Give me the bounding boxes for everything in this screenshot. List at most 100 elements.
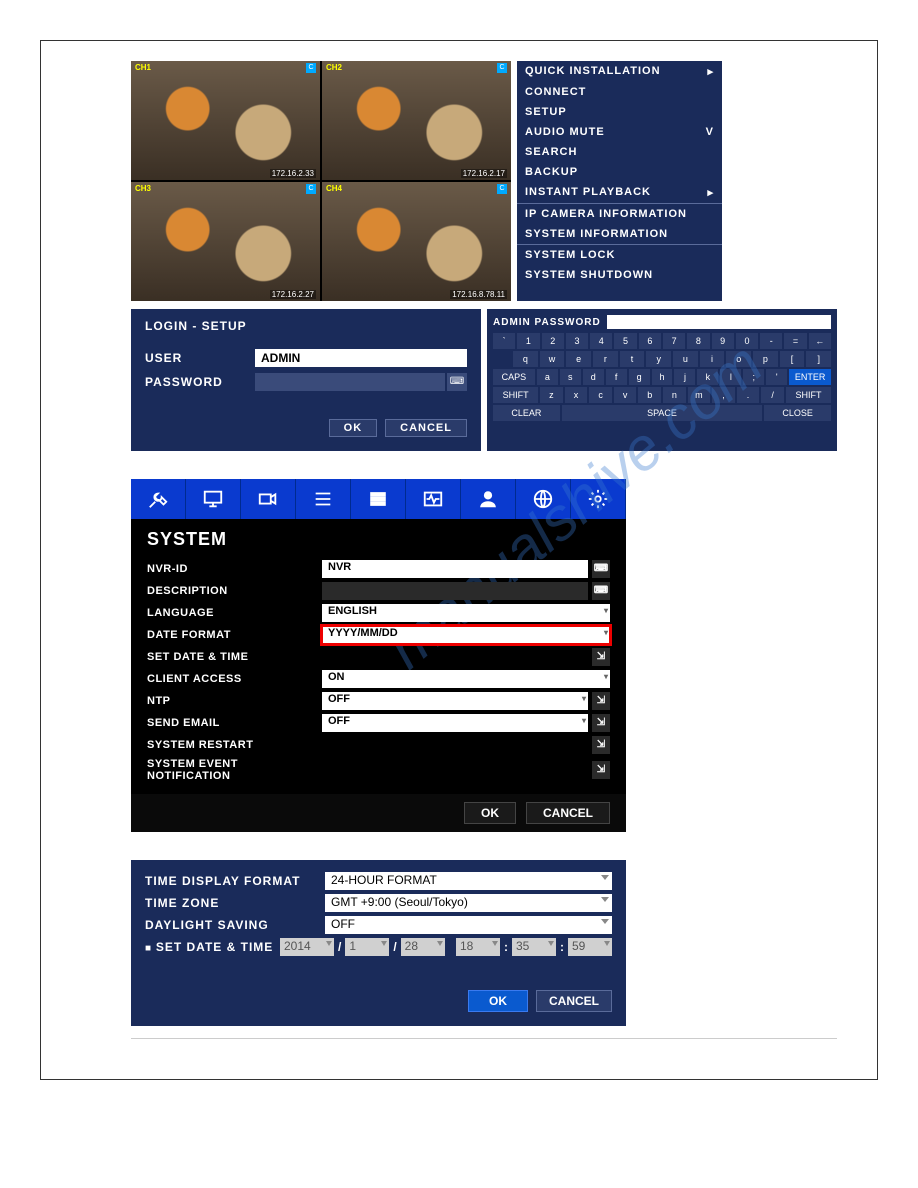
month-select[interactable]: 1 bbox=[345, 938, 389, 956]
system-row-field[interactable]: OFF▾ bbox=[322, 714, 588, 732]
menu-system-shutdown[interactable]: SYSTEM SHUTDOWN bbox=[517, 265, 722, 285]
key[interactable]: j bbox=[674, 369, 695, 385]
key[interactable]: o bbox=[726, 351, 751, 367]
key[interactable]: e bbox=[566, 351, 591, 367]
tab-display-icon[interactable] bbox=[186, 479, 241, 519]
keyboard-input[interactable] bbox=[607, 315, 831, 329]
key[interactable]: z bbox=[540, 387, 563, 403]
datetime-cancel-button[interactable]: CANCEL bbox=[536, 990, 612, 1012]
key[interactable]: = bbox=[784, 333, 806, 349]
menu-audio-mute[interactable]: AUDIO MUTEV bbox=[517, 122, 722, 142]
submenu-icon[interactable]: ⇲ bbox=[592, 648, 610, 666]
tab-list2-icon[interactable] bbox=[351, 479, 406, 519]
keyboard-icon[interactable]: ⌨ bbox=[592, 582, 610, 600]
login-cancel-button[interactable]: CANCEL bbox=[385, 419, 467, 437]
key[interactable]: t bbox=[620, 351, 645, 367]
tab-settings-icon[interactable] bbox=[571, 479, 626, 519]
camera-ch3[interactable]: CH3 C 172.16.2.27 bbox=[131, 182, 320, 301]
tab-health-icon[interactable] bbox=[406, 479, 461, 519]
submenu-icon[interactable]: ⇲ bbox=[592, 692, 610, 710]
key-caps[interactable]: CAPS bbox=[493, 369, 535, 385]
key[interactable]: v bbox=[614, 387, 637, 403]
key-enter[interactable]: ENTER bbox=[789, 369, 831, 385]
key[interactable]: g bbox=[629, 369, 650, 385]
camera-ch1[interactable]: CH1 C 172.16.2.33 bbox=[131, 61, 320, 180]
key[interactable]: l bbox=[720, 369, 741, 385]
submenu-icon[interactable]: ⇲ bbox=[592, 736, 610, 754]
key[interactable]: q bbox=[513, 351, 538, 367]
key[interactable]: ; bbox=[743, 369, 764, 385]
key[interactable]: d bbox=[583, 369, 604, 385]
key[interactable]: k bbox=[697, 369, 718, 385]
key[interactable]: b bbox=[638, 387, 661, 403]
time-zone-select[interactable]: GMT +9:00 (Seoul/Tokyo) bbox=[325, 894, 612, 912]
key[interactable]: n bbox=[663, 387, 686, 403]
key-space[interactable]: SPACE bbox=[562, 405, 762, 421]
key[interactable]: ` bbox=[493, 333, 515, 349]
set-date-time-checkbox[interactable]: SET DATE & TIME bbox=[145, 940, 280, 954]
key[interactable]: u bbox=[673, 351, 698, 367]
key[interactable]: [ bbox=[780, 351, 805, 367]
key[interactable]: 3 bbox=[566, 333, 588, 349]
key[interactable]: 6 bbox=[639, 333, 661, 349]
key-shift-left[interactable]: SHIFT bbox=[493, 387, 538, 403]
key[interactable]: , bbox=[712, 387, 735, 403]
menu-setup[interactable]: SETUP bbox=[517, 102, 722, 122]
key[interactable]: . bbox=[737, 387, 760, 403]
minute-select[interactable]: 35 bbox=[512, 938, 556, 956]
key[interactable]: 7 bbox=[663, 333, 685, 349]
key[interactable]: s bbox=[560, 369, 581, 385]
time-display-format-select[interactable]: 24-HOUR FORMAT bbox=[325, 872, 612, 890]
menu-instant-playback[interactable]: INSTANT PLAYBACK▸ bbox=[517, 182, 722, 203]
key[interactable]: ] bbox=[806, 351, 831, 367]
menu-ip-camera-info[interactable]: IP CAMERA INFORMATION bbox=[517, 203, 722, 224]
system-cancel-button[interactable]: CANCEL bbox=[526, 802, 610, 824]
key[interactable]: a bbox=[537, 369, 558, 385]
tab-list1-icon[interactable] bbox=[296, 479, 351, 519]
tab-tools-icon[interactable] bbox=[131, 479, 186, 519]
daylight-saving-select[interactable]: OFF bbox=[325, 916, 612, 934]
system-row-field[interactable] bbox=[322, 582, 588, 600]
menu-backup[interactable]: BACKUP bbox=[517, 162, 722, 182]
key[interactable]: w bbox=[540, 351, 565, 367]
key[interactable]: 1 bbox=[517, 333, 539, 349]
key[interactable]: 8 bbox=[687, 333, 709, 349]
system-row-field[interactable]: YYYY/MM/DD▾ bbox=[322, 626, 610, 644]
key[interactable]: 9 bbox=[712, 333, 734, 349]
second-select[interactable]: 59 bbox=[568, 938, 612, 956]
system-row-field[interactable]: OFF▾ bbox=[322, 692, 588, 710]
key[interactable]: ← bbox=[809, 333, 831, 349]
menu-connect[interactable]: CONNECT bbox=[517, 82, 722, 102]
key[interactable]: 4 bbox=[590, 333, 612, 349]
system-row-field[interactable]: ON▾ bbox=[322, 670, 610, 688]
key[interactable]: 0 bbox=[736, 333, 758, 349]
password-field[interactable] bbox=[255, 373, 445, 391]
key[interactable]: 5 bbox=[614, 333, 636, 349]
hour-select[interactable]: 18 bbox=[456, 938, 500, 956]
menu-system-info[interactable]: SYSTEM INFORMATION bbox=[517, 224, 722, 244]
key-close[interactable]: CLOSE bbox=[764, 405, 831, 421]
key[interactable]: f bbox=[606, 369, 627, 385]
key[interactable]: m bbox=[688, 387, 711, 403]
keyboard-icon[interactable]: ⌨ bbox=[447, 373, 467, 391]
submenu-icon[interactable]: ⇲ bbox=[592, 761, 610, 779]
system-row-field[interactable]: ENGLISH▾ bbox=[322, 604, 610, 622]
system-ok-button[interactable]: OK bbox=[464, 802, 516, 824]
key[interactable]: r bbox=[593, 351, 618, 367]
key[interactable]: i bbox=[700, 351, 725, 367]
key[interactable]: y bbox=[646, 351, 671, 367]
tab-user-icon[interactable] bbox=[461, 479, 516, 519]
camera-ch4[interactable]: CH4 C 172.16.8.78.11 bbox=[322, 182, 511, 301]
tab-network-icon[interactable] bbox=[516, 479, 571, 519]
key[interactable]: h bbox=[652, 369, 673, 385]
menu-search[interactable]: SEARCH bbox=[517, 142, 722, 162]
submenu-icon[interactable]: ⇲ bbox=[592, 714, 610, 732]
key[interactable]: ' bbox=[766, 369, 787, 385]
year-select[interactable]: 2014 bbox=[280, 938, 334, 956]
menu-system-lock[interactable]: SYSTEM LOCK bbox=[517, 244, 722, 265]
key[interactable]: / bbox=[761, 387, 784, 403]
tab-camera-icon[interactable] bbox=[241, 479, 296, 519]
key[interactable]: c bbox=[589, 387, 612, 403]
keyboard-icon[interactable]: ⌨ bbox=[592, 560, 610, 578]
system-row-field[interactable]: NVR bbox=[322, 560, 588, 578]
